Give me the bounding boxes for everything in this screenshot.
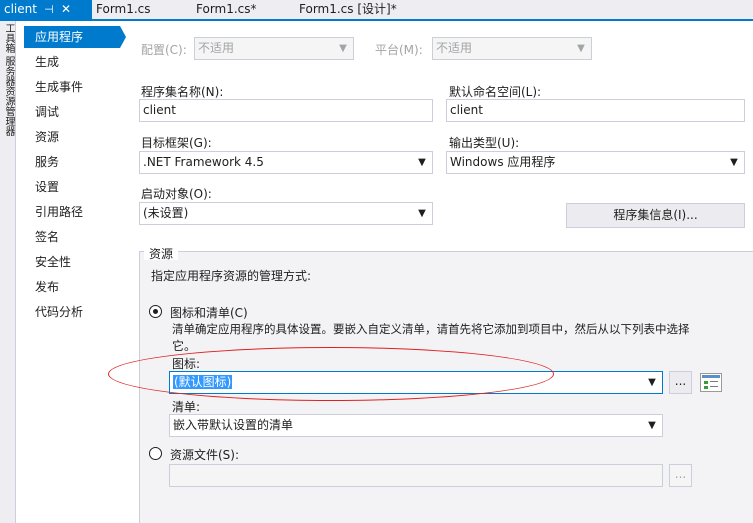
platform-select[interactable]: 不适用 ▼ xyxy=(432,37,592,60)
resource-file-input[interactable] xyxy=(169,464,663,487)
tab-client[interactable]: client ⊣ ✕ xyxy=(0,0,92,19)
tab-label: client xyxy=(4,2,37,16)
tab-label: Form1.cs* xyxy=(196,2,257,16)
nav-item-signing[interactable]: 签名 xyxy=(24,226,120,248)
target-framework-select[interactable]: .NET Framework 4.5 ▼ xyxy=(139,151,433,174)
startup-object-label: 启动对象(O): xyxy=(141,187,212,201)
assembly-name-label: 程序集名称(N): xyxy=(141,85,224,99)
icon-manifest-description: 清单确定应用程序的具体设置。要嵌入自定义清单，请首先将它添加到项目中，然后从以下… xyxy=(172,322,690,336)
default-namespace-label: 默认命名空间(L): xyxy=(449,85,542,99)
tab-label: Form1.cs [设计]* xyxy=(299,2,397,16)
config-label: 配置(C): xyxy=(141,43,187,57)
nav-item-security[interactable]: 安全性 xyxy=(24,251,120,273)
resource-file-browse-button[interactable]: ... xyxy=(669,464,692,487)
toolbox-strip-label: 工具箱 服务器资源管理器 xyxy=(3,23,14,137)
chevron-down-icon: ▼ xyxy=(648,420,656,431)
nav-item-code-analysis[interactable]: 代码分析 xyxy=(24,301,120,323)
chevron-down-icon: ▼ xyxy=(577,43,585,54)
tab-label: Form1.cs xyxy=(96,2,151,16)
annotation-ellipse xyxy=(108,347,554,401)
manifest-label: 清单: xyxy=(172,400,201,414)
output-type-label: 输出类型(U): xyxy=(449,136,520,150)
nav-item-publish[interactable]: 发布 xyxy=(24,276,120,298)
resources-description: 指定应用程序资源的管理方式: xyxy=(151,269,312,283)
default-namespace-input[interactable]: client xyxy=(446,99,745,122)
tab-form1-cs-modified[interactable]: Form1.cs* xyxy=(196,0,257,19)
nav-item-application[interactable]: 应用程序 xyxy=(24,26,120,48)
resources-group-title: 资源 xyxy=(149,247,174,261)
icon-browse-button[interactable]: ... xyxy=(669,371,692,394)
nav-item-resources[interactable]: 资源 xyxy=(24,126,120,148)
tab-underline xyxy=(0,19,753,21)
nav-selection-arrow xyxy=(120,26,126,48)
chevron-down-icon: ▼ xyxy=(648,377,656,388)
nav-item-debug[interactable]: 调试 xyxy=(24,101,120,123)
pin-icon[interactable]: ⊣ xyxy=(43,0,55,19)
tab-form1-cs[interactable]: Form1.cs xyxy=(96,0,151,19)
chevron-down-icon: ▼ xyxy=(418,208,426,219)
icon-manifest-option-label: 图标和清单(C) xyxy=(170,306,248,320)
target-framework-value: .NET Framework 4.5 xyxy=(143,155,264,169)
output-type-value: Windows 应用程序 xyxy=(450,155,556,169)
chevron-down-icon: ▼ xyxy=(418,157,426,168)
close-icon[interactable]: ✕ xyxy=(59,0,73,19)
platform-value: 不适用 xyxy=(436,41,473,55)
resource-file-option-label: 资源文件(S): xyxy=(170,448,240,462)
target-framework-label: 目标框架(G): xyxy=(141,136,212,150)
manifest-select[interactable]: 嵌入带默认设置的清单 ▼ xyxy=(169,414,663,437)
icon-manifest-radio[interactable] xyxy=(149,305,162,318)
icon-preview-icon xyxy=(700,373,722,392)
config-value: 不适用 xyxy=(198,41,235,55)
startup-object-select[interactable]: (未设置) ▼ xyxy=(139,202,433,225)
nav-item-reference-paths[interactable]: 引用路径 xyxy=(24,201,120,223)
platform-label: 平台(M): xyxy=(375,43,423,57)
resource-file-radio[interactable] xyxy=(149,447,162,460)
manifest-value: 嵌入带默认设置的清单 xyxy=(173,418,294,432)
tab-form1-designer[interactable]: Form1.cs [设计]* xyxy=(299,0,397,19)
toolbox-strip[interactable]: 工具箱 服务器资源管理器 xyxy=(0,21,16,523)
output-type-select[interactable]: Windows 应用程序 ▼ xyxy=(446,151,745,174)
assembly-name-input[interactable]: client xyxy=(139,99,433,122)
nav-item-services[interactable]: 服务 xyxy=(24,151,120,173)
nav-item-settings[interactable]: 设置 xyxy=(24,176,120,198)
document-tab-strip: client ⊣ ✕ Form1.cs Form1.cs* Form1.cs [设计… xyxy=(0,0,753,19)
config-select[interactable]: 不适用 ▼ xyxy=(194,37,354,60)
icon-manifest-description-cont: 它。 xyxy=(172,339,197,353)
nav-item-build[interactable]: 生成 xyxy=(24,51,120,73)
chevron-down-icon: ▼ xyxy=(730,157,738,168)
chevron-down-icon: ▼ xyxy=(339,43,347,54)
assembly-info-button[interactable]: 程序集信息(I)... xyxy=(566,203,745,228)
nav-item-build-events[interactable]: 生成事件 xyxy=(24,76,120,98)
startup-object-value: (未设置) xyxy=(143,206,189,220)
